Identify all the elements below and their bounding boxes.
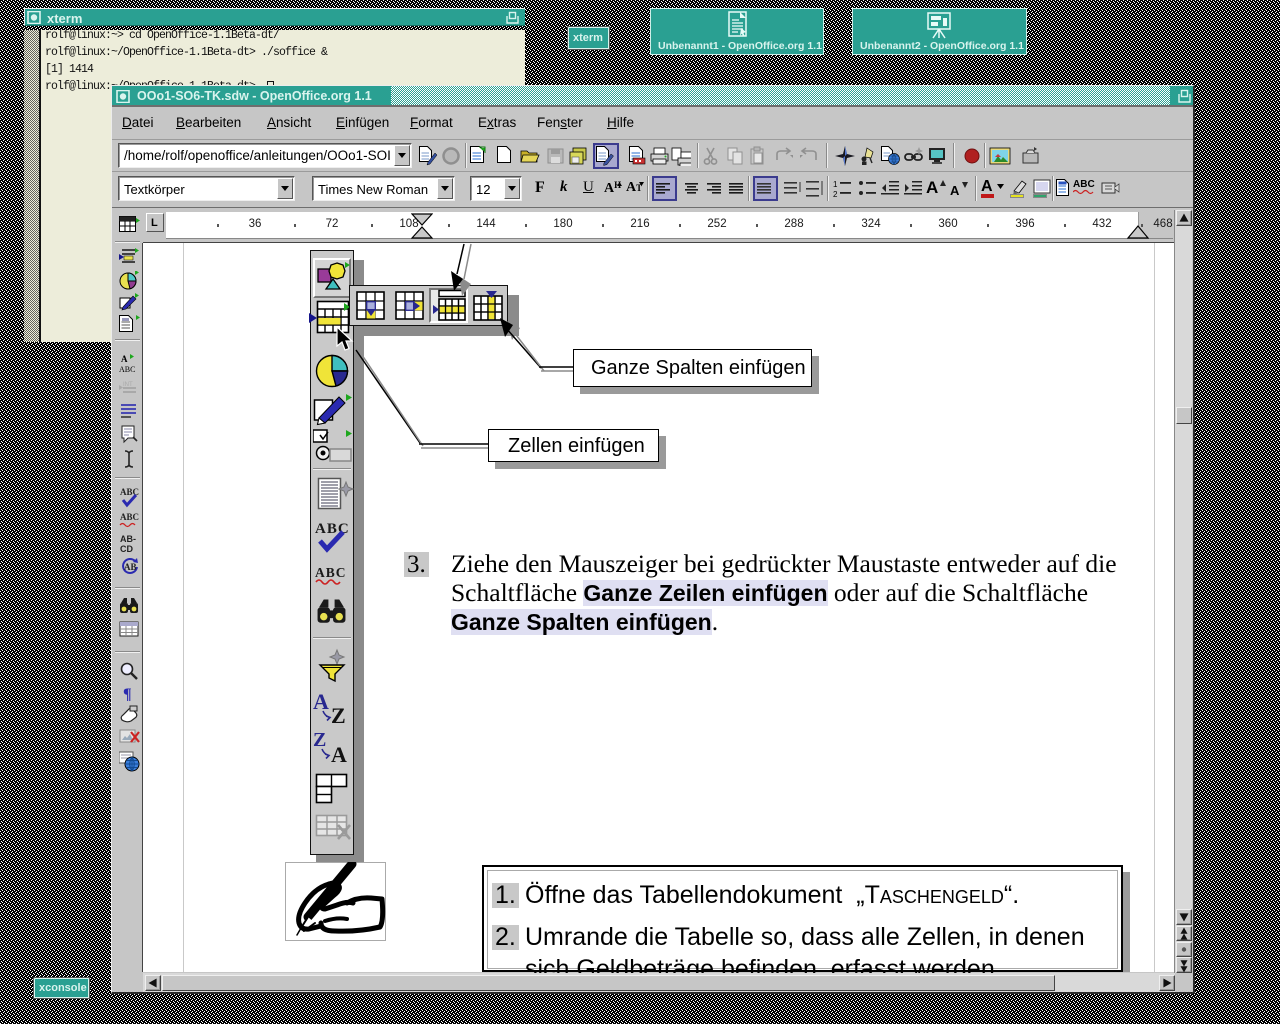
svg-text:A: A (121, 354, 128, 364)
svg-text:2: 2 (833, 190, 838, 199)
svg-text:ABC: ABC (120, 512, 139, 522)
svg-text:CD: CD (120, 544, 133, 554)
svg-text:¶: ¶ (123, 686, 132, 702)
svg-text:ABC: ABC (119, 365, 135, 373)
svg-text:AB-: AB- (120, 534, 136, 544)
svg-text:INT: INT (123, 382, 133, 388)
svg-text:AB: AB (124, 562, 137, 572)
svg-text:1: 1 (833, 180, 838, 189)
